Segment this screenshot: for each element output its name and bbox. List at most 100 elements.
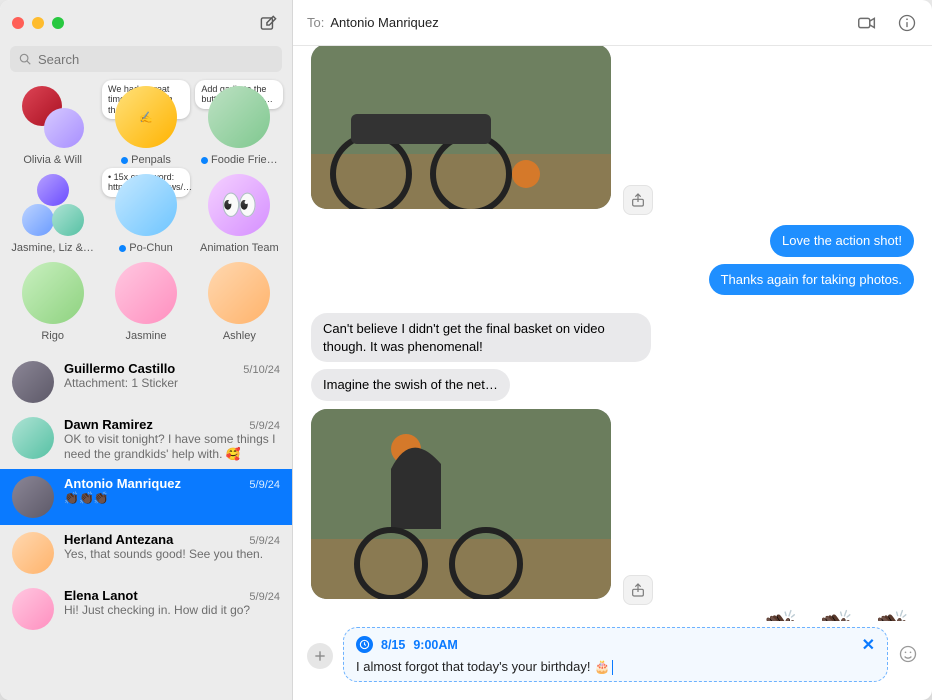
- minimize-window-button[interactable]: [32, 17, 44, 29]
- avatar: [208, 262, 270, 324]
- message-input[interactable]: I almost forgot that today's your birthd…: [356, 659, 875, 675]
- to-name: Antonio Manriquez: [330, 15, 438, 30]
- traffic-lights: [12, 17, 64, 29]
- apps-button[interactable]: [307, 643, 333, 669]
- sent-emoji-message[interactable]: 👏🏿 👏🏿 👏🏿: [758, 609, 914, 621]
- pin-label: Po-Chun: [129, 242, 172, 254]
- pin-label: Foodie Frie…: [211, 154, 278, 166]
- conversation-date: 5/9/24: [249, 535, 280, 547]
- schedule-time[interactable]: 9:00AM: [413, 638, 457, 652]
- sidebar: Olivia & Will We had a great time. Home …: [0, 0, 293, 700]
- conversation-date: 5/9/24: [249, 591, 280, 603]
- compose-button[interactable]: [256, 11, 280, 35]
- conversation-date: 5/9/24: [249, 479, 280, 491]
- unread-dot-icon: [121, 157, 128, 164]
- conversation-preview: Hi! Just checking in. How did it go?: [64, 603, 280, 618]
- conversation-name: Antonio Manriquez: [64, 476, 181, 491]
- conversation-row[interactable]: Guillermo Castillo 5/10/24 Attachment: 1 …: [0, 354, 292, 410]
- sent-message[interactable]: Love the action shot!: [770, 225, 914, 257]
- avatar: [12, 417, 54, 459]
- received-message[interactable]: Can't believe I didn't get the final bas…: [311, 313, 651, 362]
- pin-label: Jasmine: [126, 330, 167, 342]
- close-window-button[interactable]: [12, 17, 24, 29]
- search-wrap: [0, 46, 292, 80]
- conversation-preview: OK to visit tonight? I have some things …: [64, 432, 280, 462]
- message-thread[interactable]: Love the action shot! Thanks again for t…: [293, 46, 932, 621]
- conversation-preview: Yes, that sounds good! See you then.: [64, 547, 280, 562]
- avatar: [115, 262, 177, 324]
- pin-po-chun[interactable]: 15x crossword: https://apple.news/… Po-C…: [99, 170, 192, 258]
- avatar: [12, 476, 54, 518]
- pin-label: Animation Team: [200, 242, 279, 254]
- received-message[interactable]: Imagine the swish of the net…: [311, 369, 510, 401]
- composer: 8/15 9:00AM ✕ I almost forgot that today…: [293, 621, 932, 700]
- pin-animation-team[interactable]: 👀 Animation Team: [193, 170, 286, 258]
- text-caret: [612, 660, 613, 675]
- avatar: [22, 174, 84, 236]
- conversation-date: 5/9/24: [249, 420, 280, 432]
- conversation-row[interactable]: Herland Antezana 5/9/24 Yes, that sounds …: [0, 525, 292, 581]
- pin-jasmine[interactable]: Jasmine: [99, 258, 192, 346]
- pin-label: Ashley: [223, 330, 256, 342]
- smiley-icon: [898, 644, 918, 664]
- compose-icon: [259, 14, 278, 33]
- zoom-window-button[interactable]: [52, 17, 64, 29]
- attachment-share-button[interactable]: [623, 185, 653, 215]
- avatar: [115, 174, 177, 236]
- cancel-schedule-button[interactable]: ✕: [862, 635, 875, 655]
- conversation-preview: Attachment: 1 Sticker: [64, 376, 280, 391]
- conversation-row[interactable]: Antonio Manriquez 5/9/24 👏🏿👏🏿👏🏿: [0, 469, 292, 525]
- received-image-2[interactable]: [311, 409, 611, 603]
- pin-label: Rigo: [41, 330, 64, 342]
- pin-ashley[interactable]: Ashley: [193, 258, 286, 346]
- scheduled-message-bubble[interactable]: 8/15 9:00AM ✕ I almost forgot that today…: [343, 627, 888, 682]
- emoji-picker-button[interactable]: [898, 644, 918, 669]
- avatar: ✍️: [115, 86, 177, 148]
- avatar: [12, 588, 54, 630]
- pin-olivia-will[interactable]: Olivia & Will: [6, 82, 99, 170]
- facetime-button[interactable]: [856, 12, 878, 34]
- share-icon: [630, 582, 646, 598]
- sent-message[interactable]: Thanks again for taking photos.: [709, 264, 914, 296]
- conversation-row[interactable]: Dawn Ramirez 5/9/24 OK to visit tonight? …: [0, 410, 292, 469]
- conversation-date: 5/10/24: [243, 364, 280, 376]
- avatar: 👀: [208, 174, 270, 236]
- pin-rigo[interactable]: Rigo: [6, 258, 99, 346]
- share-icon: [630, 192, 646, 208]
- info-icon: [897, 13, 917, 33]
- avatar: [22, 262, 84, 324]
- conversation-pane: To: Antonio Manriquez: [293, 0, 932, 700]
- to-label: To:: [307, 15, 324, 30]
- video-icon: [856, 12, 878, 34]
- pin-penpals[interactable]: We had a great time. Home with th… ✍️ Pe…: [99, 82, 192, 170]
- conversation-list[interactable]: Guillermo Castillo 5/10/24 Attachment: 1 …: [0, 354, 292, 700]
- pinned-grid: Olivia & Will We had a great time. Home …: [0, 80, 292, 354]
- unread-dot-icon: [119, 245, 126, 252]
- conversation-name: Elena Lanot: [64, 588, 138, 603]
- conversation-preview: 👏🏿👏🏿👏🏿: [64, 491, 280, 506]
- conversation-header: To: Antonio Manriquez: [293, 0, 932, 46]
- unread-dot-icon: [201, 157, 208, 164]
- details-button[interactable]: [896, 12, 918, 34]
- pin-label: Penpals: [131, 154, 171, 166]
- window-titlebar: [0, 0, 292, 46]
- conversation-name: Guillermo Castillo: [64, 361, 175, 376]
- pin-label: Jasmine, Liz &…: [11, 242, 94, 254]
- pin-foodie-friends[interactable]: Add garlic to the butter, and then… Food…: [193, 82, 286, 170]
- pin-jasmine-liz[interactable]: Jasmine, Liz &…: [6, 170, 99, 258]
- avatar: [208, 86, 270, 148]
- clock-icon: [356, 636, 373, 653]
- pin-label: Olivia & Will: [23, 154, 82, 166]
- attachment-share-button[interactable]: [623, 575, 653, 605]
- messages-window: Olivia & Will We had a great time. Home …: [0, 0, 932, 700]
- search-input[interactable]: [10, 46, 282, 72]
- avatar: [12, 361, 54, 403]
- conversation-name: Dawn Ramirez: [64, 417, 153, 432]
- conversation-row[interactable]: Elena Lanot 5/9/24 Hi! Just checking in. …: [0, 581, 292, 637]
- received-image-1[interactable]: [311, 46, 611, 213]
- avatar: [12, 532, 54, 574]
- avatar: [22, 86, 84, 148]
- plus-icon: [313, 649, 327, 663]
- schedule-date[interactable]: 8/15: [381, 638, 405, 652]
- conversation-name: Herland Antezana: [64, 532, 173, 547]
